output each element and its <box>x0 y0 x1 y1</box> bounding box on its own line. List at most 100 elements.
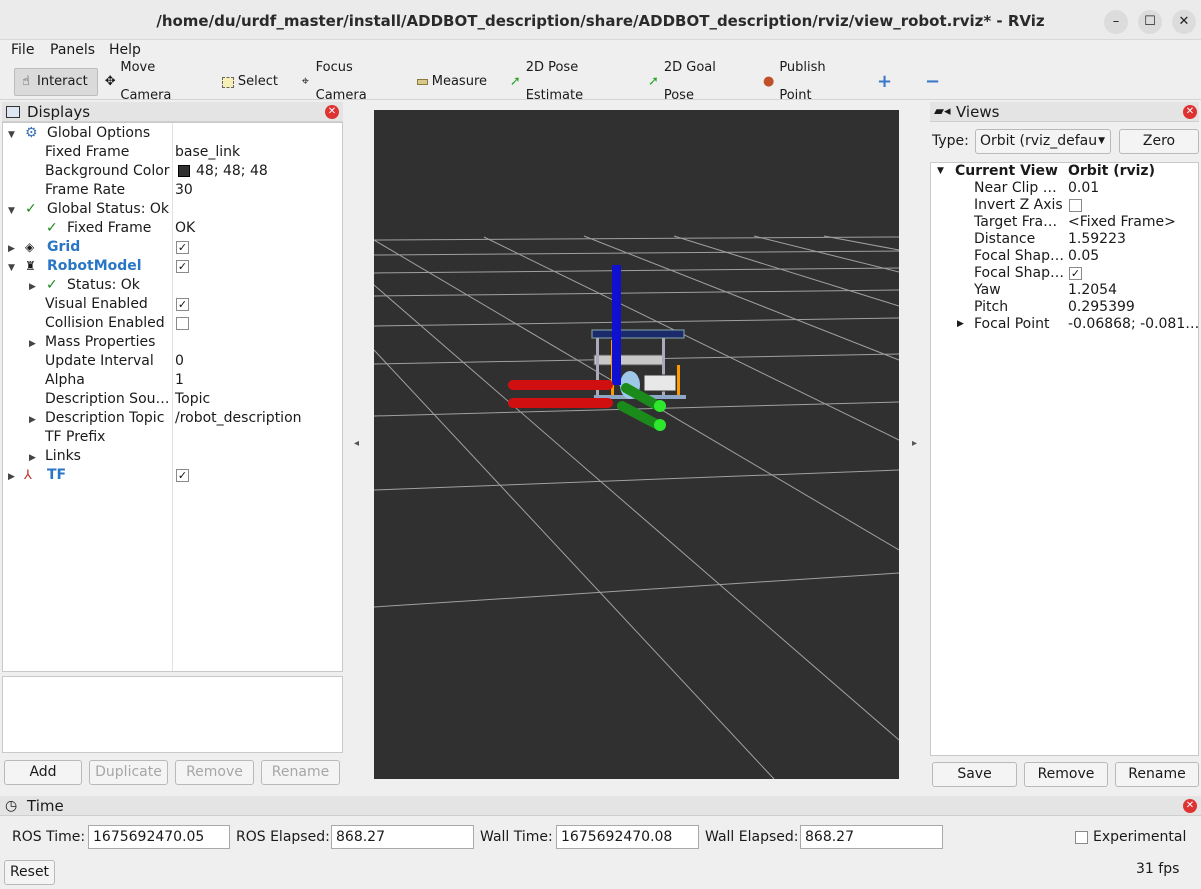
tree-global-options[interactable]: Global Options <box>47 124 150 143</box>
add-tool-button[interactable]: + <box>873 68 893 96</box>
near-clip-label: Near Clip … <box>974 180 1057 196</box>
collapse-arrow-icon[interactable]: ▶ <box>957 316 964 333</box>
close-icon[interactable]: ✕ <box>325 105 339 119</box>
alpha-value[interactable]: 1 <box>175 371 184 390</box>
move-camera-tool-button[interactable]: ✥ Move Camera <box>100 60 200 103</box>
collapse-arrow-icon[interactable]: ▶ <box>29 333 36 352</box>
focal-shape-fixed-checkbox[interactable]: ✓ <box>1069 267 1082 280</box>
background-color-value[interactable]: 48; 48; 48 <box>196 162 268 181</box>
remove-view-button[interactable]: Remove <box>1024 762 1108 787</box>
tree-grid[interactable]: Grid <box>47 238 80 257</box>
z-axis-bar <box>612 265 621 385</box>
duplicate-display-button[interactable]: Duplicate <box>89 760 168 785</box>
render-viewport[interactable] <box>373 110 900 780</box>
expand-arrow-icon[interactable]: ▼ <box>8 257 15 276</box>
description-source-value[interactable]: Topic <box>175 390 210 409</box>
grid-lines <box>373 235 900 780</box>
add-display-button[interactable]: Add <box>4 760 82 785</box>
tree-global-status[interactable]: Global Status: Ok <box>47 200 169 219</box>
right-splitter-handle[interactable]: ▸ <box>912 438 917 449</box>
collapse-arrow-icon[interactable]: ▶ <box>29 409 36 428</box>
views-title: Views <box>956 103 1000 121</box>
expand-arrow-icon[interactable]: ▼ <box>8 124 15 143</box>
interact-tool-button[interactable]: ☝ Interact <box>14 68 98 96</box>
grid-checkbox[interactable]: ✓ <box>176 241 189 254</box>
expand-arrow-icon[interactable]: ▼ <box>937 163 944 180</box>
robot-model-checkbox[interactable]: ✓ <box>176 260 189 273</box>
focal-point-value[interactable]: -0.06868; -0.081… <box>1068 316 1199 333</box>
goal-pose-tool-button[interactable]: ➚ 2D Goal Pose <box>643 60 743 103</box>
select-box-icon <box>222 76 234 88</box>
views-tree[interactable] <box>930 162 1199 756</box>
column-divider <box>172 123 173 671</box>
focal-shape-size-label: Focal Shap… <box>974 248 1064 264</box>
menu-file[interactable]: File <box>11 42 34 58</box>
expand-arrow-icon[interactable]: ▼ <box>8 200 15 219</box>
select-tool-button[interactable]: Select <box>218 68 278 96</box>
menu-panels[interactable]: Panels <box>50 42 95 58</box>
yaw-value[interactable]: 1.2054 <box>1068 282 1117 299</box>
experimental-label: Experimental <box>1093 829 1187 845</box>
save-view-button[interactable]: Save <box>932 762 1017 787</box>
tf-checkbox[interactable]: ✓ <box>176 469 189 482</box>
collapse-arrow-icon[interactable]: ▶ <box>29 276 36 295</box>
collapse-arrow-icon[interactable]: ▶ <box>8 466 15 485</box>
x-axis-bar <box>508 380 613 390</box>
tree-tf[interactable]: TF <box>47 466 66 485</box>
pose-estimate-tool-button[interactable]: ➚ 2D Pose Estimate <box>505 60 629 103</box>
maximize-button[interactable]: ☐ <box>1138 10 1162 34</box>
close-window-button[interactable]: ✕ <box>1172 10 1196 34</box>
update-interval-value[interactable]: 0 <box>175 352 184 371</box>
distance-value[interactable]: 1.59223 <box>1068 231 1126 248</box>
status-fixed-frame-label: Fixed Frame <box>67 220 152 236</box>
color-swatch[interactable] <box>178 165 190 177</box>
green-arrow-icon: ➚ <box>509 74 521 89</box>
focus-camera-tool-button[interactable]: ⌖ Focus Camera <box>295 60 399 103</box>
invert-z-checkbox[interactable] <box>1069 199 1082 212</box>
wall-time-field[interactable]: 1675692470.08 <box>556 825 699 849</box>
tree-mass-properties[interactable]: Mass Properties <box>45 333 155 352</box>
checkmark-icon: ✓ <box>46 220 58 236</box>
remove-tool-button[interactable]: − <box>921 68 941 96</box>
y-axis-cap <box>654 400 666 412</box>
experimental-checkbox[interactable] <box>1075 831 1088 844</box>
collapse-arrow-icon[interactable]: ▶ <box>8 238 15 257</box>
zero-button[interactable]: Zero <box>1119 129 1199 154</box>
pitch-value[interactable]: 0.295399 <box>1068 299 1135 316</box>
rename-display-button[interactable]: Rename <box>261 760 340 785</box>
time-title: Time <box>27 797 64 815</box>
fixed-frame-value[interactable]: base_link <box>175 143 240 162</box>
near-clip-value[interactable]: 0.01 <box>1068 180 1099 197</box>
collision-enabled-checkbox[interactable] <box>176 317 189 330</box>
invert-z-label: Invert Z Axis <box>974 197 1063 213</box>
description-topic-value[interactable]: /robot_description <box>175 409 302 428</box>
focal-shape-size-value[interactable]: 0.05 <box>1068 248 1099 265</box>
wall-elapsed-field[interactable]: 868.27 <box>800 825 943 849</box>
ros-elapsed-field[interactable]: 868.27 <box>331 825 474 849</box>
tree-links[interactable]: Links <box>45 447 81 466</box>
scene-canvas[interactable] <box>373 110 900 780</box>
collapse-arrow-icon[interactable]: ▶ <box>29 447 36 466</box>
fixed-frame-label: Fixed Frame <box>45 144 130 160</box>
close-icon[interactable]: ✕ <box>1183 799 1197 813</box>
visual-enabled-checkbox[interactable]: ✓ <box>176 298 189 311</box>
rename-view-button[interactable]: Rename <box>1115 762 1199 787</box>
target-frame-value[interactable]: <Fixed Frame> <box>1068 214 1176 231</box>
reset-button[interactable]: Reset <box>4 860 55 885</box>
select-label: Select <box>237 74 278 89</box>
focal-point-label: Focal Point <box>974 316 1050 332</box>
frame-rate-label: Frame Rate <box>45 182 126 198</box>
close-icon[interactable]: ✕ <box>1183 105 1197 119</box>
view-type-dropdown[interactable]: Orbit (rviz_defau ▼ <box>975 129 1111 154</box>
frame-rate-value[interactable]: 30 <box>175 181 193 200</box>
remove-display-button[interactable]: Remove <box>175 760 254 785</box>
wall-time-label: Wall Time: <box>480 829 553 845</box>
ros-time-field[interactable]: 1675692470.05 <box>88 825 230 849</box>
publish-point-tool-button[interactable]: ● Publish Point <box>758 60 858 103</box>
minimize-button[interactable]: – <box>1104 10 1128 34</box>
measure-tool-button[interactable]: Measure <box>413 68 487 96</box>
tree-status-ok[interactable]: Status: Ok <box>67 276 140 295</box>
current-view-value: Orbit (rviz) <box>1068 163 1155 179</box>
left-splitter-handle[interactable]: ◂ <box>354 438 359 449</box>
tree-robot-model[interactable]: RobotModel <box>47 257 142 276</box>
